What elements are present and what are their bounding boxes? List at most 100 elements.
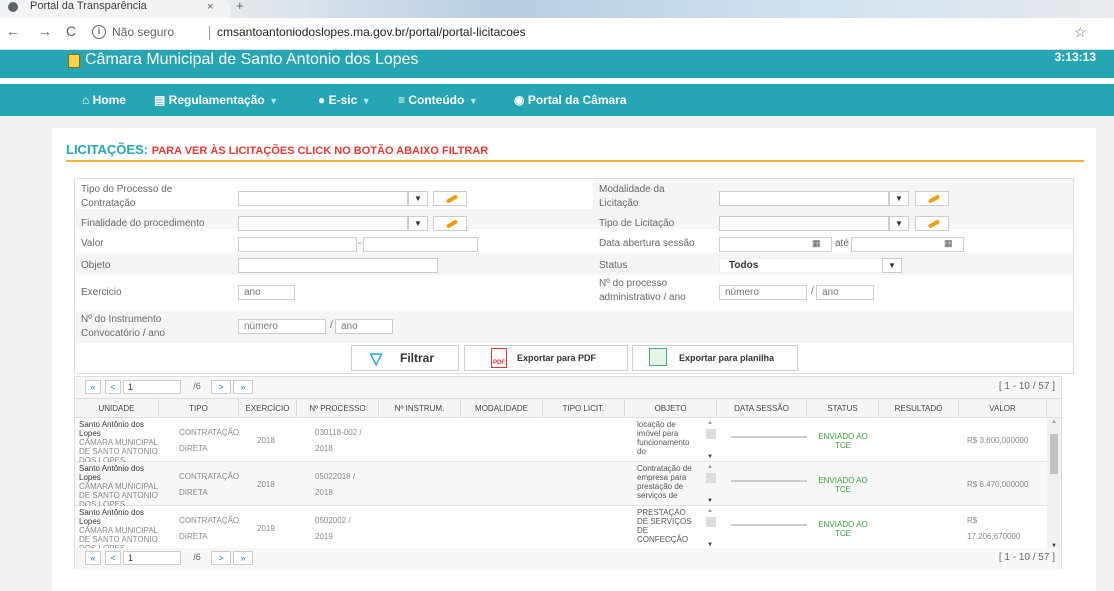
finalidade-label: Finalidade do procedimento <box>81 218 205 229</box>
objeto-text: locação de imóvel para funcionamento do <box>637 420 690 456</box>
exportar-pdf-button[interactable]: PDF Exportar para PDF <box>464 345 628 371</box>
col-instrumento[interactable]: Nº INSTRUM. <box>379 399 461 419</box>
table-row[interactable]: Santo Antônio dos Lopes CÂMARA MUNICIPAL… <box>75 462 1047 509</box>
pdf-icon: PDF <box>491 348 507 368</box>
exercicio-input[interactable] <box>238 285 295 300</box>
forward-arrow-icon[interactable]: → <box>38 23 52 39</box>
clear-eraser-icon[interactable] <box>915 191 949 206</box>
first-page-button[interactable]: « <box>85 380 101 394</box>
next-page-button[interactable]: > <box>211 551 231 565</box>
finalidade-select[interactable] <box>238 216 408 231</box>
pager-bottom: « < 1 /6 > » [ 1 - 10 / 57 ] <box>75 548 1061 570</box>
main-menu: ⌂ Home ▤ Regulamentação ▼ ● E-sic ▼ ≡ Co… <box>0 84 1114 116</box>
exportar-planilha-button[interactable]: Exportar para planilha <box>632 345 798 371</box>
col-status[interactable]: STATUS <box>807 399 879 419</box>
page-input[interactable]: 1 <box>123 551 181 565</box>
slash-separator: / <box>811 286 814 297</box>
objeto-scrollbar[interactable]: ▲ ▼ <box>705 508 717 548</box>
status-badge: ENVIADO AO TCE <box>818 432 868 450</box>
col-modalidade[interactable]: MODALIDADE <box>461 399 543 419</box>
objeto-input[interactable] <box>238 258 438 273</box>
chevron-down-icon[interactable]: ▼ <box>408 216 428 231</box>
processo-ano-input[interactable] <box>816 285 874 300</box>
heading-underline <box>66 160 1084 162</box>
spreadsheet-icon <box>649 348 667 366</box>
site-title[interactable]: Câmara Municipal de Santo Antonio dos Lo… <box>85 51 419 69</box>
page-title: LICITAÇÕES: PARA VER ÀS LICITAÇÕES CLICK… <box>66 142 489 157</box>
prev-page-button[interactable]: < <box>105 380 121 394</box>
first-page-button[interactable]: « <box>85 551 101 565</box>
chevron-down-icon[interactable]: ▼ <box>889 216 909 231</box>
col-resultado[interactable]: RESULTADO <box>879 399 959 419</box>
building-icon <box>68 54 80 68</box>
browser-tab[interactable]: Portal da Transparência × <box>0 0 230 18</box>
table-row[interactable]: Santo Antônio dos Lopes CÂMARA MUNICIPAL… <box>75 506 1047 553</box>
address-bar[interactable]: i Não seguro cmsantoantoniodoslopes.ma.g… <box>92 22 1062 46</box>
objeto-label: Objeto <box>81 260 111 271</box>
document-icon: ▤ <box>154 93 169 107</box>
list-icon: ≡ <box>398 93 409 107</box>
objeto-scrollbar[interactable]: ▲ ▼ <box>705 420 717 460</box>
menu-regulamentacao[interactable]: ▤ Regulamentação ▼ <box>154 93 278 107</box>
col-tipo-licit[interactable]: TIPO LICIT. <box>543 399 625 419</box>
table-row[interactable]: Santo Antônio dos Lopes CÂMARA MUNICIPAL… <box>75 418 1047 465</box>
objeto-text: PRESTAÇÃO DE SERVIÇOS DE CONFECÇÃO <box>637 508 692 544</box>
close-tab-icon[interactable]: × <box>207 1 213 13</box>
prev-page-button[interactable]: < <box>105 551 121 565</box>
info-icon[interactable]: i <box>92 25 106 39</box>
page-input[interactable]: 1 <box>123 380 181 394</box>
col-unidade[interactable]: UNIDADE <box>75 399 159 419</box>
menu-portal-camara[interactable]: ◉ Portal da Câmara <box>514 93 627 107</box>
clear-eraser-icon[interactable] <box>915 216 949 231</box>
instrumento-numero-input[interactable] <box>238 319 326 334</box>
menu-conteudo[interactable]: ≡ Conteúdo ▼ <box>398 93 478 107</box>
last-page-button[interactable]: » <box>233 380 253 394</box>
col-processo[interactable]: Nº PROCESSO <box>297 399 379 419</box>
objeto-scrollbar[interactable]: ▲ ▼ <box>705 464 717 504</box>
info-icon: ● <box>318 93 329 107</box>
clear-eraser-icon[interactable] <box>433 216 467 231</box>
clock: 3:13:13 <box>1054 50 1096 64</box>
modalidade-select[interactable] <box>719 191 889 206</box>
globe-icon: ◉ <box>514 93 528 107</box>
filtrar-button[interactable]: ▽ Filtrar <box>351 345 459 371</box>
status-select[interactable]: Todos <box>719 258 902 273</box>
processo-numero-input[interactable] <box>719 285 807 300</box>
next-page-button[interactable]: > <box>211 380 231 394</box>
calendar-icon[interactable]: ▦ <box>812 238 821 249</box>
last-page-button[interactable]: » <box>233 551 253 565</box>
col-exercicio[interactable]: EXERCÍCIO <box>239 399 297 419</box>
new-tab-button[interactable]: + <box>236 0 244 12</box>
reload-icon[interactable]: C <box>66 23 76 39</box>
browser-tabstrip: Portal da Transparência × + <box>0 0 1114 18</box>
data-sessao-empty <box>731 480 807 482</box>
instrumento-ano-input[interactable] <box>335 319 393 334</box>
valor-max-input[interactable] <box>363 237 478 252</box>
table-scrollbar[interactable]: ▲ ▼ <box>1047 418 1061 550</box>
chevron-down-icon: ▼ <box>359 96 371 106</box>
back-arrow-icon[interactable]: ← <box>6 23 20 39</box>
calendar-icon[interactable]: ▦ <box>944 238 953 249</box>
valor-min-input[interactable] <box>238 237 357 252</box>
chevron-down-icon[interactable]: ▼ <box>408 191 428 206</box>
page-count: /6 <box>193 381 201 391</box>
tipo-processo-select[interactable] <box>238 191 408 206</box>
col-valor[interactable]: VALOR <box>959 399 1047 419</box>
menu-esic[interactable]: ● E-sic ▼ <box>318 93 371 107</box>
bookmark-star-icon[interactable]: ☆ <box>1074 24 1087 41</box>
chevron-down-icon[interactable]: ▼ <box>882 258 902 273</box>
tipo-licitacao-select[interactable] <box>719 216 889 231</box>
col-data-sessao[interactable]: DATA SESSÃO <box>717 399 807 419</box>
records-info: [ 1 - 10 / 57 ] <box>998 381 1055 392</box>
url-text[interactable]: cmsantoantoniodoslopes.ma.gov.br/portal/… <box>217 25 526 39</box>
site-header: Câmara Municipal de Santo Antonio dos Lo… <box>0 50 1114 78</box>
ate-label: até <box>835 238 849 249</box>
clear-eraser-icon[interactable] <box>433 191 467 206</box>
valor-label: Valor <box>81 238 104 249</box>
col-tipo[interactable]: TIPO <box>159 399 239 419</box>
chevron-down-icon[interactable]: ▼ <box>889 191 909 206</box>
menu-home[interactable]: ⌂ Home <box>82 93 126 107</box>
status-label: Status <box>599 260 628 271</box>
data-sessao-empty <box>731 436 807 438</box>
col-objeto[interactable]: OBJETO <box>625 399 717 419</box>
